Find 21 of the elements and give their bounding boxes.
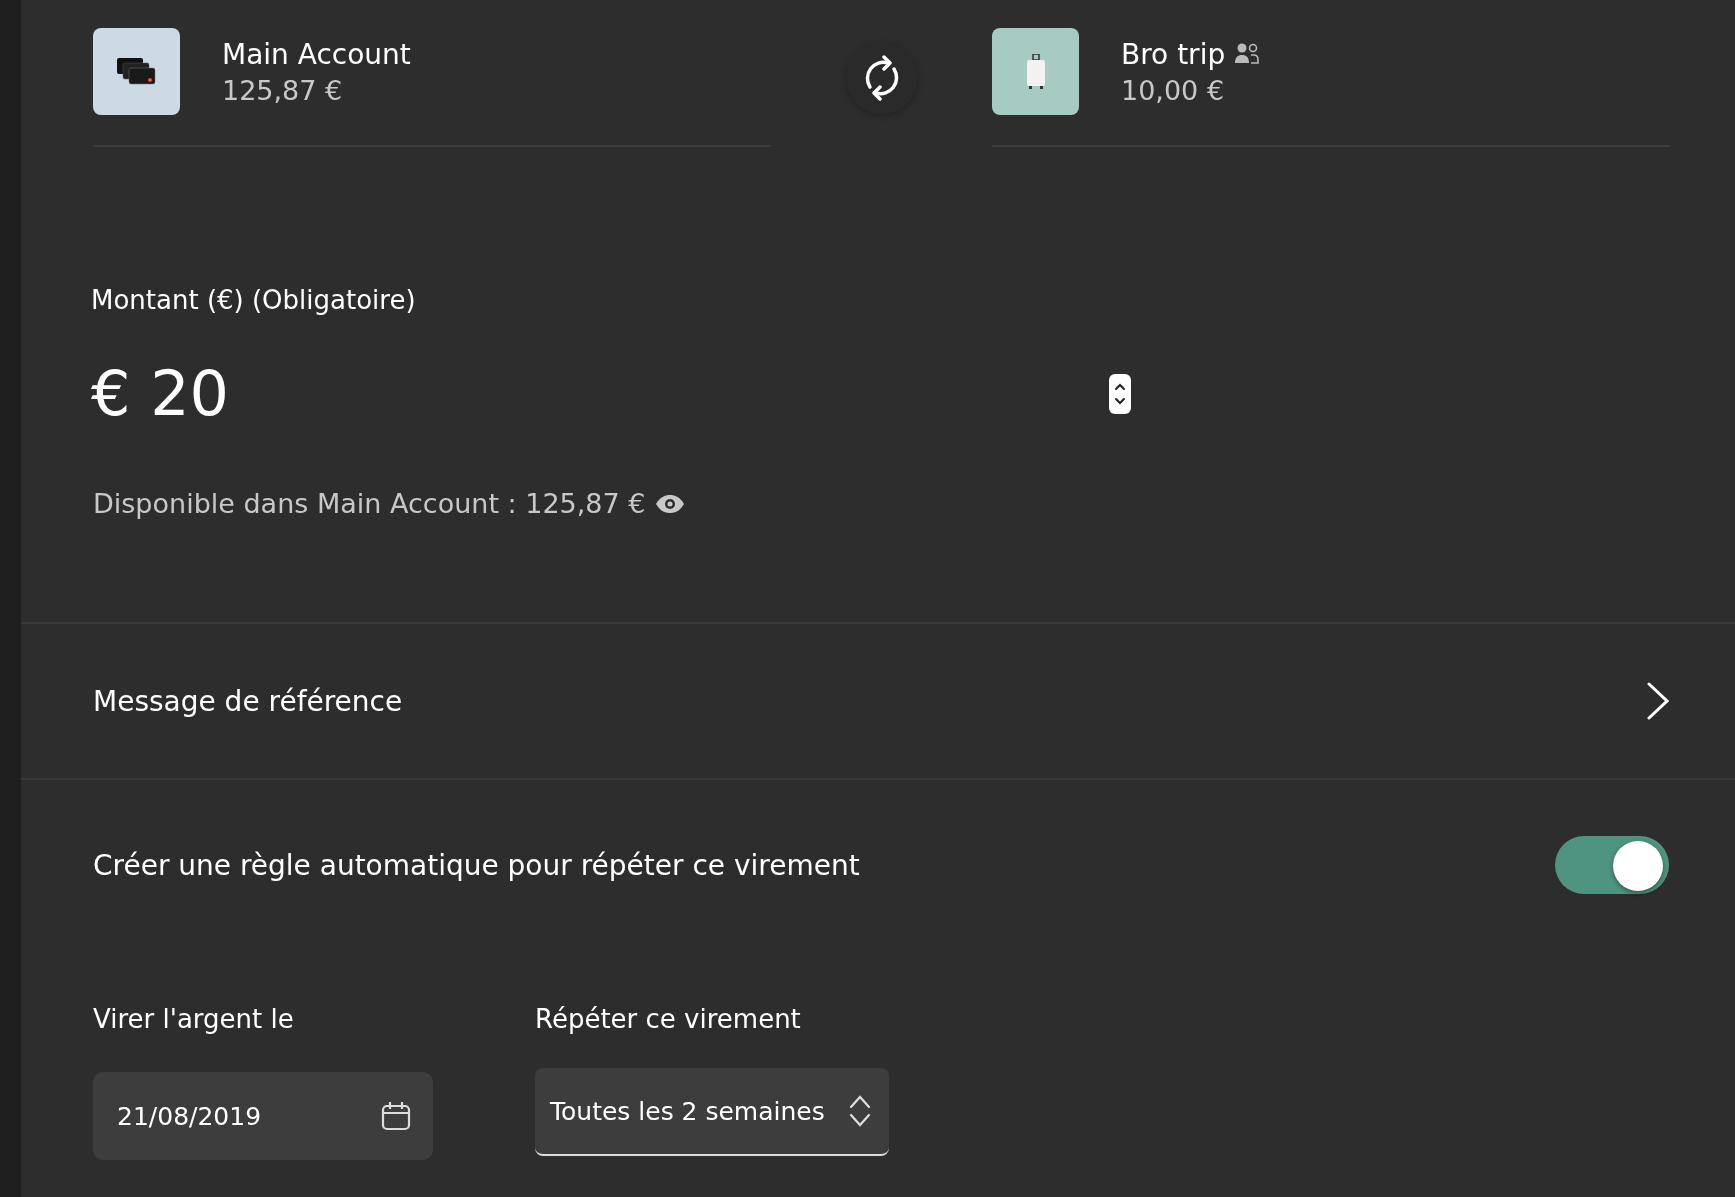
stepper-control[interactable] (1109, 373, 1131, 414)
account-name: Bro trip (1121, 37, 1226, 71)
amount-input[interactable]: € 20 (91, 357, 230, 430)
available-balance-text: Disponible dans Main Account : 125,87 € (93, 488, 646, 519)
account-name: Main Account (222, 37, 411, 71)
repeat-select[interactable]: Toutes les 2 semaines (535, 1068, 889, 1156)
recurring-toggle[interactable] (1555, 836, 1669, 894)
cards-icon (116, 57, 157, 86)
date-field[interactable]: 21/08/2019 (93, 1072, 433, 1160)
recurring-rule-label: Créer une règle automatique pour répéter ce virement (93, 848, 860, 882)
account-balance: 125,87 € (222, 74, 344, 106)
account-balance: 10,00 € (1121, 74, 1226, 106)
chevron-right-icon (1647, 682, 1669, 720)
up-down-chevron-icon (849, 1095, 871, 1127)
eye-icon[interactable] (655, 493, 686, 514)
calendar-icon[interactable] (381, 1101, 411, 1131)
reference-message-row[interactable]: Message de référence (21, 624, 1735, 780)
suitcase-icon (1024, 53, 1047, 90)
amount-label: Montant (€) (Obligatoire) (91, 285, 417, 315)
repeat-label: Répéter ce virement (535, 1004, 802, 1034)
date-label: Virer l'argent le (93, 1004, 295, 1034)
